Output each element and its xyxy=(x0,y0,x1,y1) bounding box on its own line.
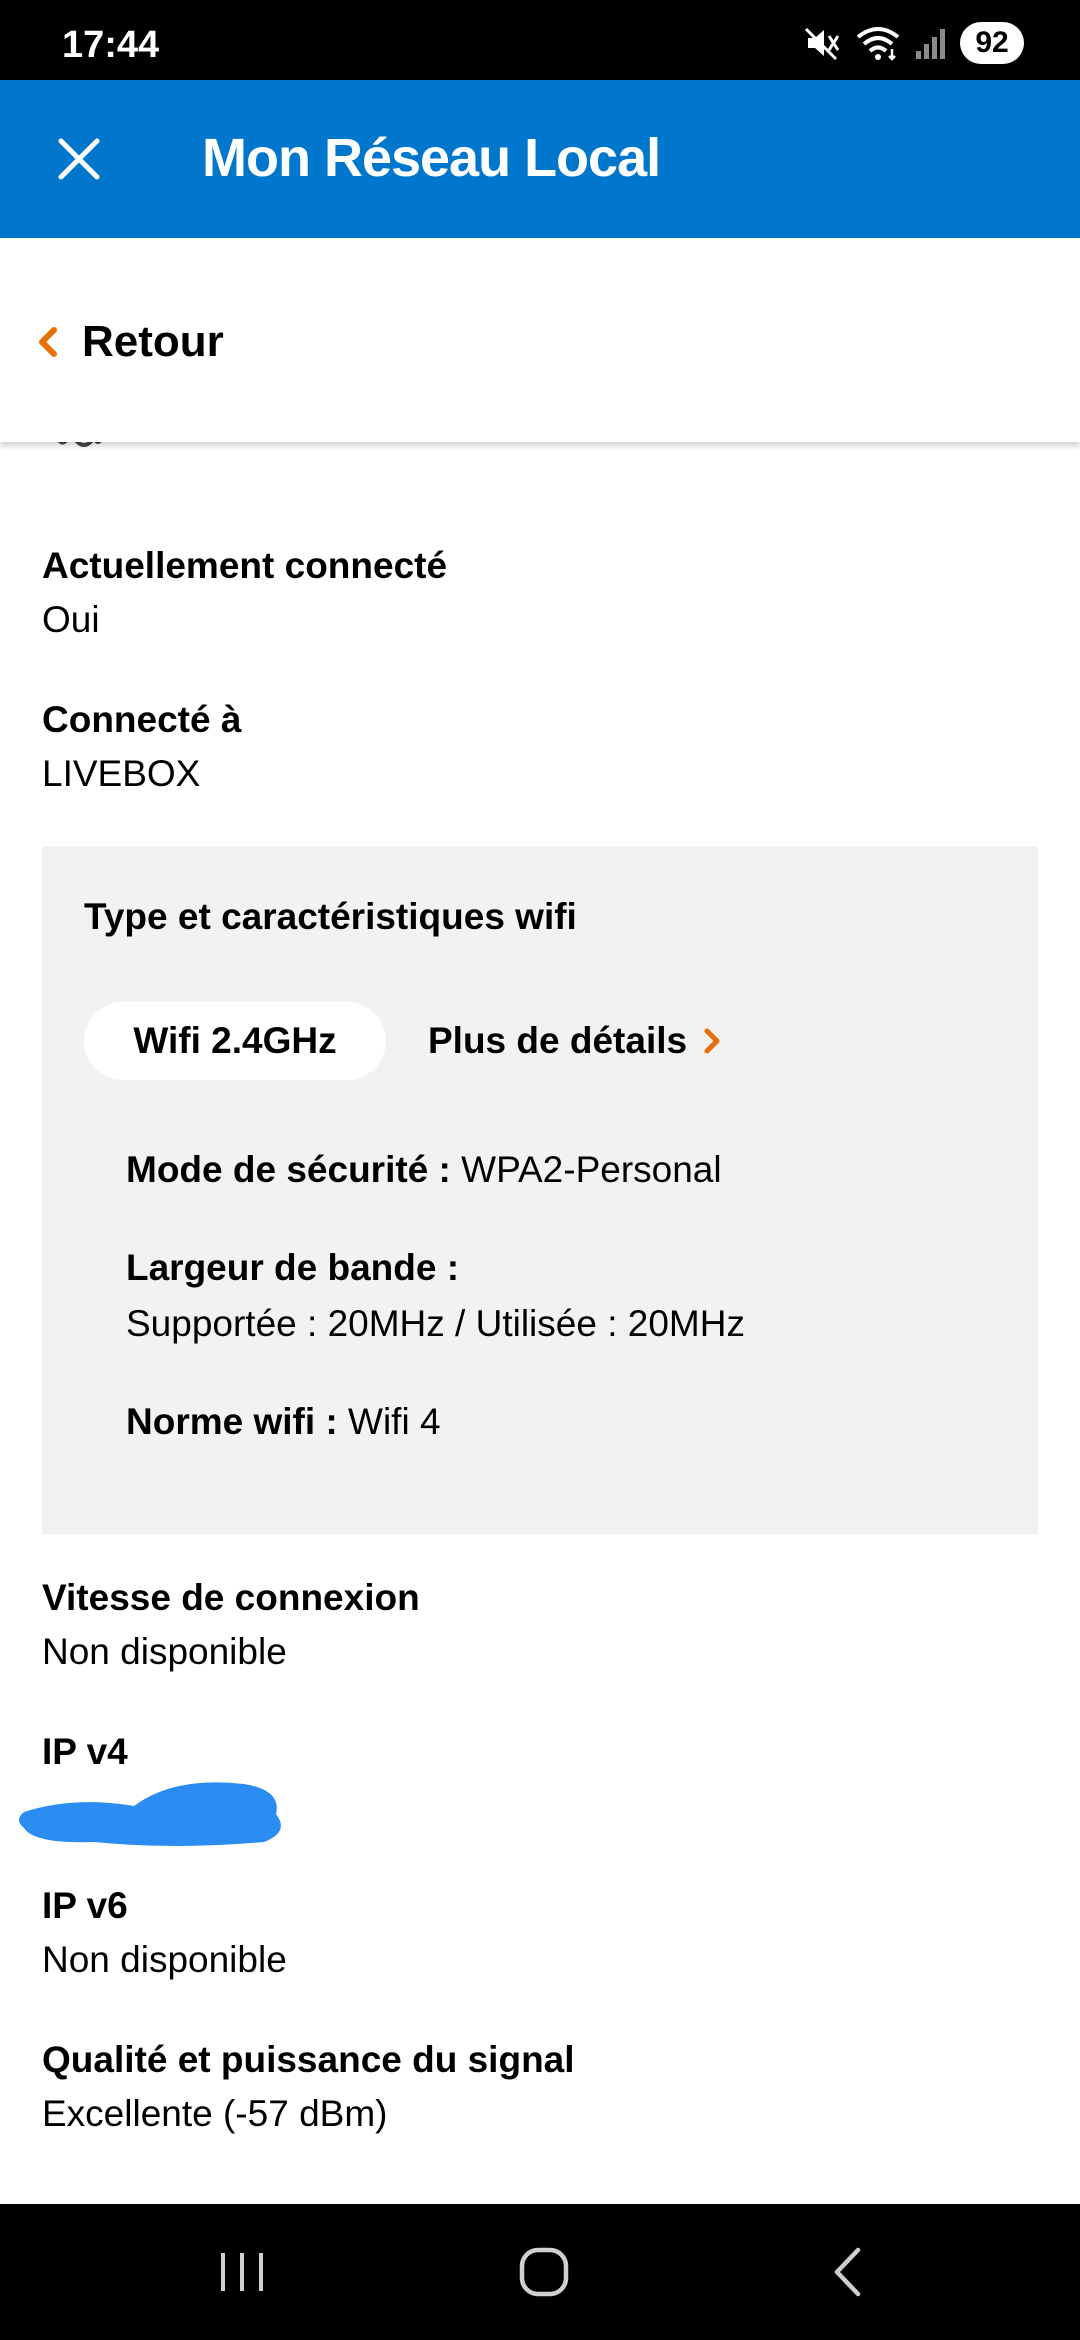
device-details[interactable]: Actuellement connecté Oui Connecté à LIV… xyxy=(0,442,1080,2204)
more-details-link[interactable]: Plus de détails xyxy=(428,1002,721,1080)
close-button[interactable] xyxy=(40,120,118,198)
security-mode: Mode de sécurité : WPA2-Personal xyxy=(126,1148,722,1192)
panel-title: Type et caractéristiques wifi xyxy=(84,896,577,937)
chevron-right-icon xyxy=(704,1028,720,1054)
norm-label: Norme wifi : xyxy=(126,1401,338,1442)
mute-icon xyxy=(802,23,842,63)
device-icon xyxy=(57,442,102,447)
home-icon xyxy=(519,2247,569,2297)
field-value: Non disponible xyxy=(42,1939,287,1981)
field-value: LIVEBOX xyxy=(42,753,201,795)
wifi-icon xyxy=(854,23,902,63)
back-nav-button[interactable] xyxy=(788,2232,908,2312)
signal-field: Qualité et puissance du signal Excellent… xyxy=(42,2038,575,2137)
norm-value: Wifi 4 xyxy=(348,1401,441,1442)
recent-apps-icon xyxy=(221,2253,263,2291)
field-label: Connecté à xyxy=(42,699,242,740)
field-value: Excellente (-57 dBm) xyxy=(42,2093,388,2135)
connected-to-field: Connecté à LIVEBOX xyxy=(42,698,241,797)
battery-indicator: 92 xyxy=(960,22,1024,64)
chevron-left-icon xyxy=(39,327,57,357)
recent-apps-button[interactable] xyxy=(182,2232,302,2312)
wifi-norm: Norme wifi : Wifi 4 xyxy=(126,1400,441,1444)
status-bar: 17:44 92 xyxy=(0,0,1080,80)
band-chip[interactable]: Wifi 2.4GHz xyxy=(84,1002,386,1080)
bandwidth-label: Largeur de bande : xyxy=(126,1247,460,1288)
close-icon xyxy=(58,138,100,180)
connected-field: Actuellement connecté Oui xyxy=(42,544,447,643)
bandwidth-value: Supportée : 20MHz / Utilisée : 20MHz xyxy=(126,1303,745,1344)
redaction-mark xyxy=(19,1782,281,1846)
system-nav-bar xyxy=(0,2204,1080,2340)
security-value: WPA2-Personal xyxy=(461,1149,722,1190)
field-label: Qualité et puissance du signal xyxy=(42,2039,575,2080)
field-label: Actuellement connecté xyxy=(42,545,448,586)
app-header: Mon Réseau Local xyxy=(0,80,1080,238)
field-value: Oui xyxy=(42,599,100,641)
wifi-characteristics-panel: Type et caractéristiques wifi Wifi 2.4GH… xyxy=(42,846,1038,1534)
home-button[interactable] xyxy=(484,2232,604,2312)
security-label: Mode de sécurité : xyxy=(126,1149,451,1190)
back-button[interactable]: Retour xyxy=(36,302,224,382)
back-nav-icon xyxy=(834,2247,861,2297)
status-time: 17:44 xyxy=(62,24,160,66)
status-icons: 92 xyxy=(802,18,1024,68)
speed-field: Vitesse de connexion Non disponible xyxy=(42,1576,420,1675)
field-value: Non disponible xyxy=(42,1631,287,1673)
field-label: IP v4 xyxy=(42,1731,128,1772)
more-details-label: Plus de détails xyxy=(428,1020,688,1061)
ipv6-field: IP v6 Non disponible xyxy=(42,1884,287,1983)
page-title: Mon Réseau Local xyxy=(202,128,661,188)
signal-icon xyxy=(914,25,948,61)
bandwidth: Largeur de bande : xyxy=(126,1246,459,1290)
back-label: Retour xyxy=(82,317,224,366)
field-label: IP v6 xyxy=(42,1885,128,1926)
field-label: Vitesse de connexion xyxy=(42,1577,420,1618)
back-bar: Retour xyxy=(0,238,1080,442)
